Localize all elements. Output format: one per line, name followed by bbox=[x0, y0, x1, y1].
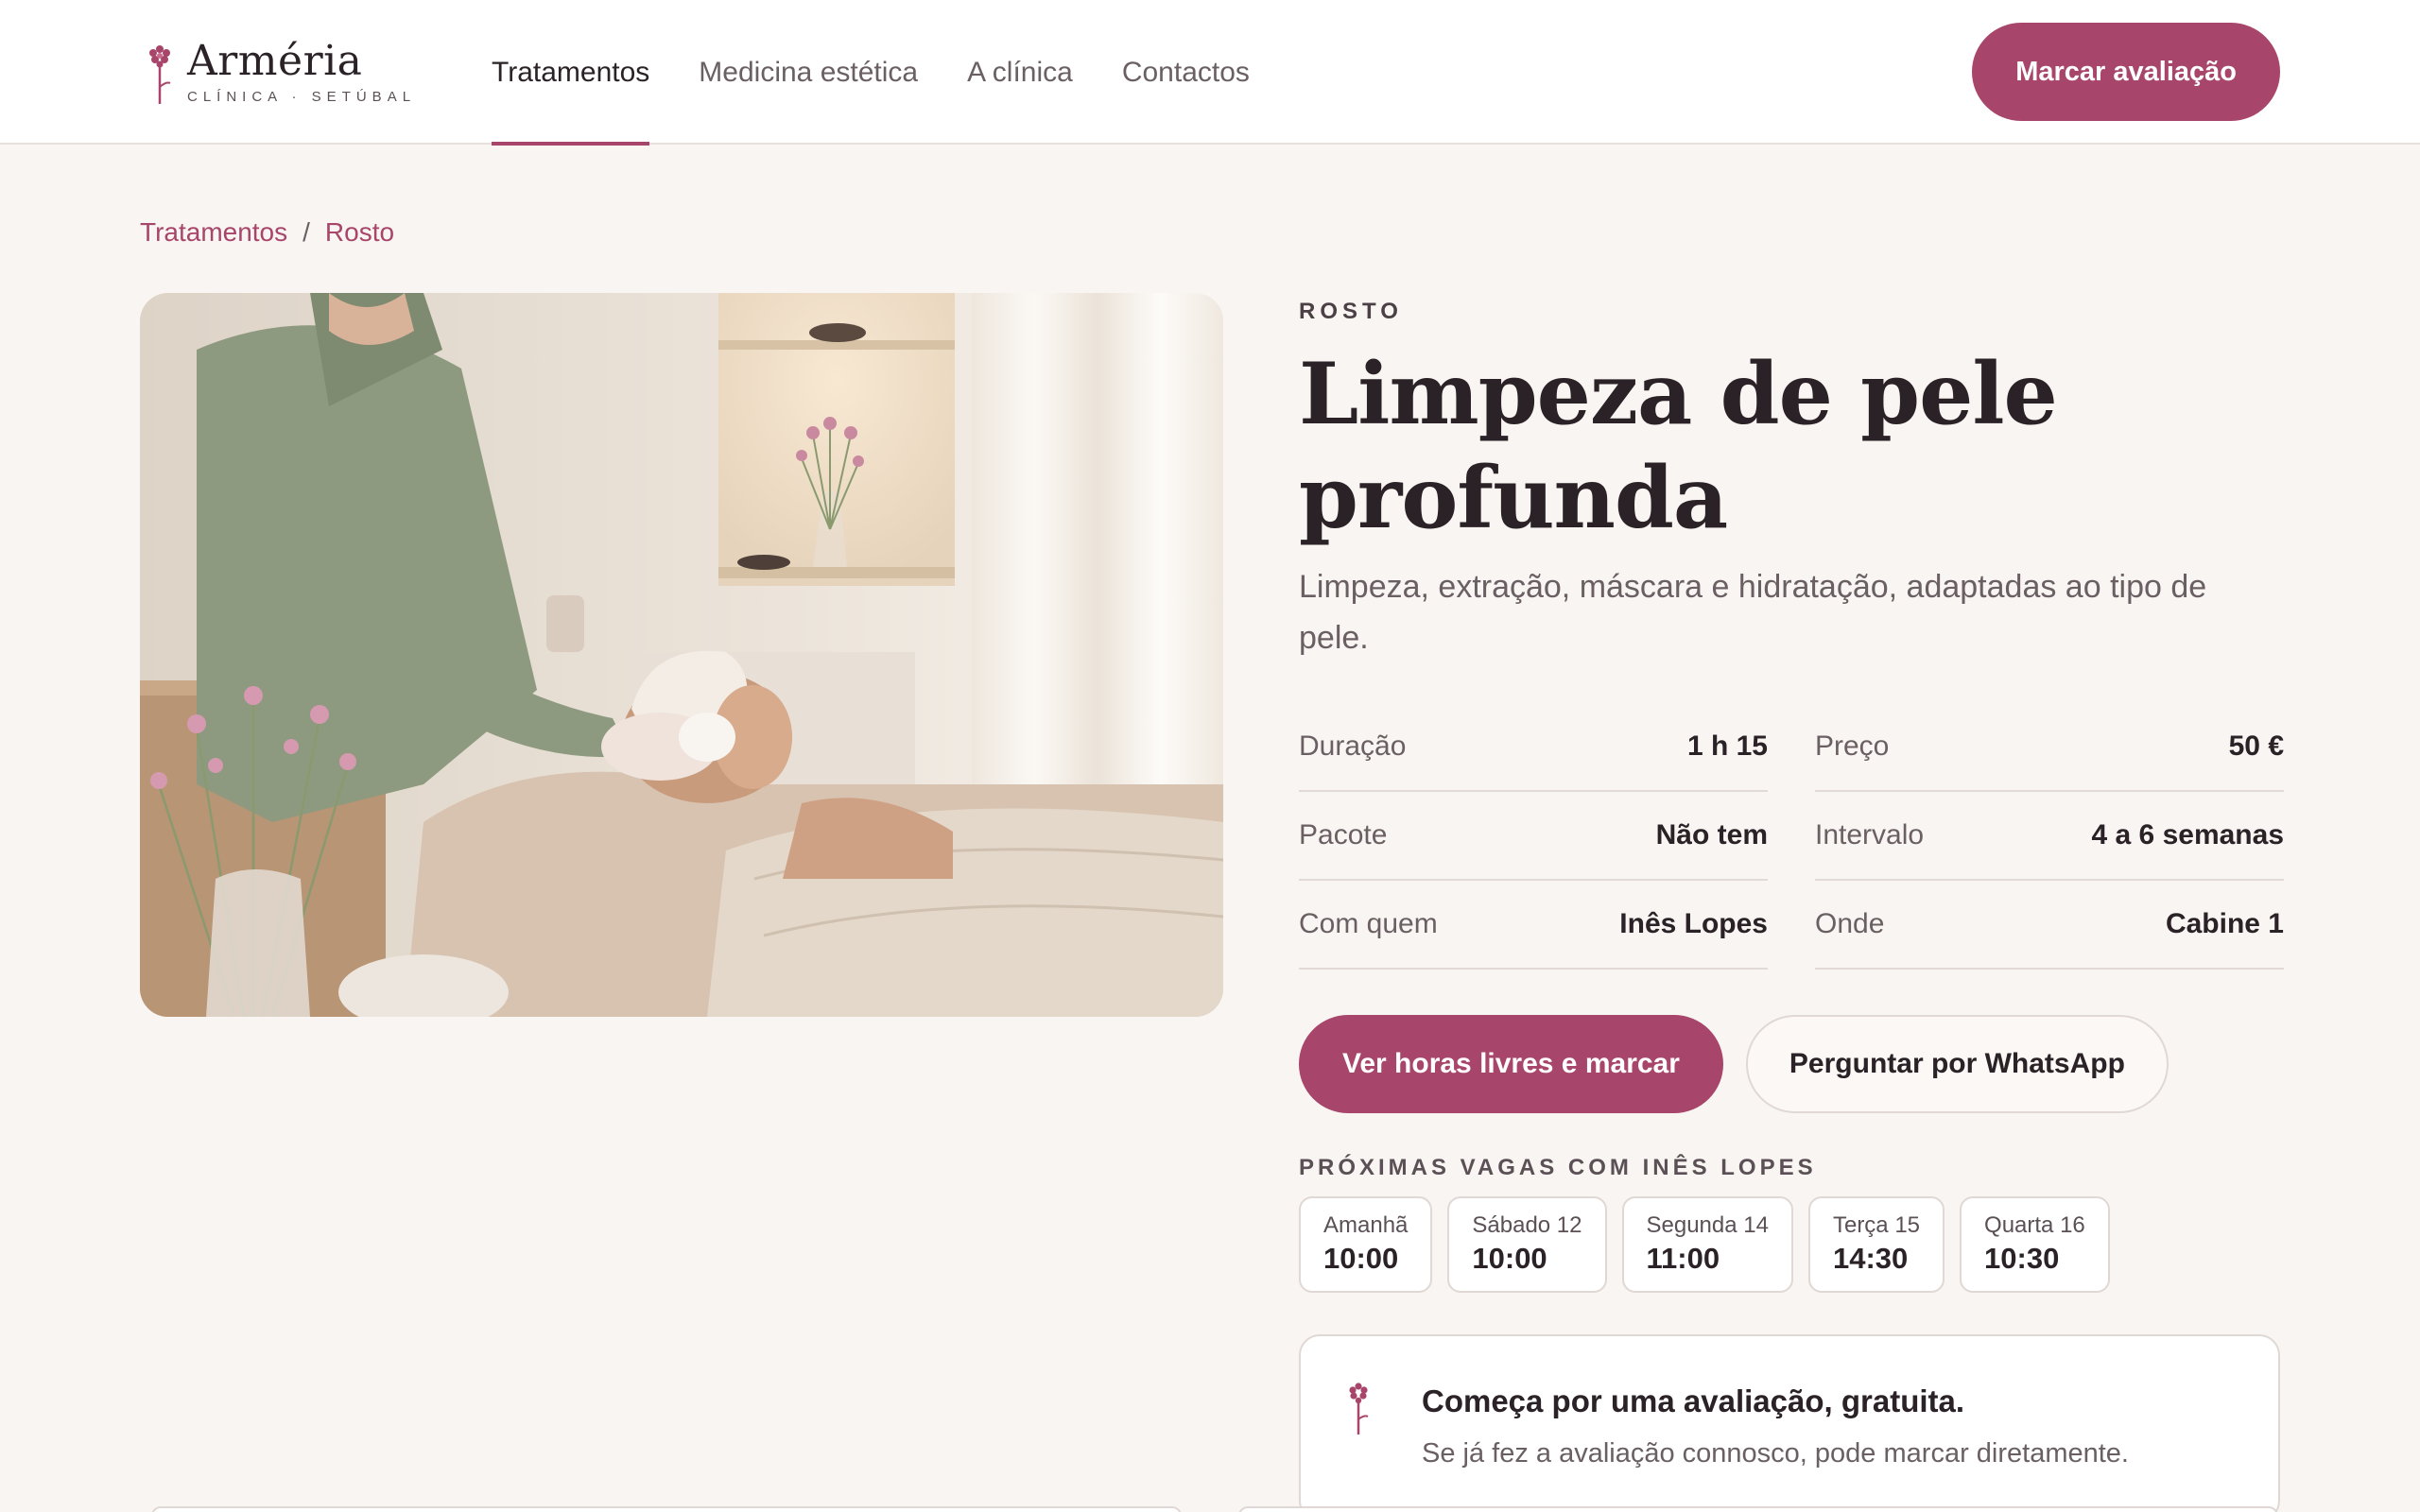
slot-day: Quarta 16 bbox=[1984, 1212, 2085, 1238]
fact-package: Pacote Não tem bbox=[1299, 792, 1768, 881]
note-title: Começa por uma avaliação, gratuita. bbox=[1422, 1383, 1965, 1418]
fact-location: Onde Cabine 1 bbox=[1815, 881, 2284, 970]
bottom-card bbox=[1238, 1506, 2278, 1512]
whatsapp-button[interactable]: Perguntar por WhatsApp bbox=[1745, 1015, 2169, 1113]
page-title: Limpeza de pele profunda bbox=[1299, 344, 2058, 548]
fact-label: Pacote bbox=[1299, 819, 1388, 850]
treatment-facts: Duração 1 h 15 Preço 50 € Pacote Não tem… bbox=[1299, 703, 2284, 970]
brand-logo[interactable]: Arméria CLÍNICA · SETÚBAL bbox=[144, 38, 416, 108]
nav-item-contactos[interactable]: Contactos bbox=[1122, 0, 1250, 145]
brand-name: Arméria bbox=[187, 37, 363, 85]
slot-chip[interactable]: Segunda 14 11:00 bbox=[1621, 1196, 1793, 1293]
slot-time: 10:00 bbox=[1323, 1242, 1399, 1275]
fact-value: Não tem bbox=[1655, 819, 1768, 850]
fact-label: Duração bbox=[1299, 730, 1407, 762]
fact-price: Preço 50 € bbox=[1815, 703, 2284, 792]
fact-value: Cabine 1 bbox=[2165, 908, 2284, 939]
slot-time: 10:30 bbox=[1984, 1242, 2060, 1275]
treatment-description: Limpeza, extração, máscara e hidratação,… bbox=[1299, 569, 2207, 656]
slot-time: 14:30 bbox=[1832, 1242, 1909, 1275]
fact-value: 50 € bbox=[2228, 730, 2284, 762]
breadcrumb-item-tratamentos[interactable]: Tratamentos bbox=[140, 217, 287, 248]
slot-day: Amanhã bbox=[1323, 1212, 1409, 1238]
note-text: Se já fez a avaliação connosco, pode mar… bbox=[1422, 1438, 2129, 1469]
fact-duration: Duração 1 h 15 bbox=[1299, 703, 1768, 792]
breadcrumb-item-rosto[interactable]: Rosto bbox=[325, 217, 394, 248]
fact-label: Preço bbox=[1815, 730, 1890, 762]
assessment-note: Começa por uma avaliação, gratuita. Se j… bbox=[1299, 1334, 2280, 1512]
bottom-card bbox=[151, 1506, 1182, 1512]
fact-value: Inês Lopes bbox=[1619, 908, 1768, 939]
fact-label: Onde bbox=[1815, 908, 1885, 939]
book-now-button[interactable]: Ver horas livres e marcar bbox=[1299, 1015, 1723, 1113]
breadcrumb: Tratamentos / Rosto bbox=[140, 217, 394, 248]
slots-list: Amanhã 10:00 Sábado 12 10:00 Segunda 14 … bbox=[1299, 1196, 2280, 1293]
slot-chip[interactable]: Quarta 16 10:30 bbox=[1960, 1196, 2110, 1293]
slot-chip[interactable]: Amanhã 10:00 bbox=[1299, 1196, 1433, 1293]
treatment-actions: Ver horas livres e marcar Perguntar por … bbox=[1299, 1015, 2280, 1113]
nav-item-a-clinica[interactable]: A clínica bbox=[967, 0, 1073, 145]
fact-interval: Intervalo 4 a 6 semanas bbox=[1815, 792, 2284, 881]
fact-value: 4 a 6 semanas bbox=[2091, 819, 2284, 850]
slot-chip[interactable]: Terça 15 14:30 bbox=[1807, 1196, 1945, 1293]
fact-label: Com quem bbox=[1299, 908, 1438, 939]
flower-icon bbox=[1349, 1383, 1369, 1435]
treatment-details: ROSTO Limpeza de pele profunda Limpeza, … bbox=[1299, 293, 2284, 1512]
slot-chip[interactable]: Sábado 12 10:00 bbox=[1447, 1196, 1607, 1293]
treatment-photo bbox=[140, 293, 1223, 1017]
slot-day: Terça 15 bbox=[1832, 1212, 1921, 1238]
flower-icon bbox=[149, 45, 171, 104]
treatment-photo-illustration bbox=[140, 293, 1223, 1017]
main-nav: Tratamentos Medicina estética A clínica … bbox=[492, 0, 1299, 146]
fact-practitioner: Com quem Inês Lopes bbox=[1299, 881, 1768, 970]
slot-time: 11:00 bbox=[1646, 1242, 1720, 1275]
treatment-category: ROSTO bbox=[1299, 299, 1403, 324]
nav-item-medicina-estetica[interactable]: Medicina estética bbox=[699, 0, 918, 145]
nav-item-tratamentos[interactable]: Tratamentos bbox=[492, 0, 650, 146]
book-assessment-button[interactable]: Marcar avaliação bbox=[1972, 23, 2280, 121]
slots-heading: PRÓXIMAS VAGAS COM INÊS LOPES bbox=[1299, 1155, 1817, 1180]
slot-time: 10:00 bbox=[1472, 1242, 1547, 1275]
brand-subtitle: CLÍNICA · SETÚBAL bbox=[187, 89, 417, 105]
slot-day: Segunda 14 bbox=[1646, 1212, 1769, 1238]
site-header: Arméria CLÍNICA · SETÚBAL Tratamentos Me… bbox=[0, 0, 2420, 146]
breadcrumb-separator: / bbox=[302, 217, 310, 247]
slot-day: Sábado 12 bbox=[1472, 1212, 1582, 1238]
fact-label: Intervalo bbox=[1815, 819, 1925, 850]
fact-value: 1 h 15 bbox=[1686, 730, 1768, 762]
